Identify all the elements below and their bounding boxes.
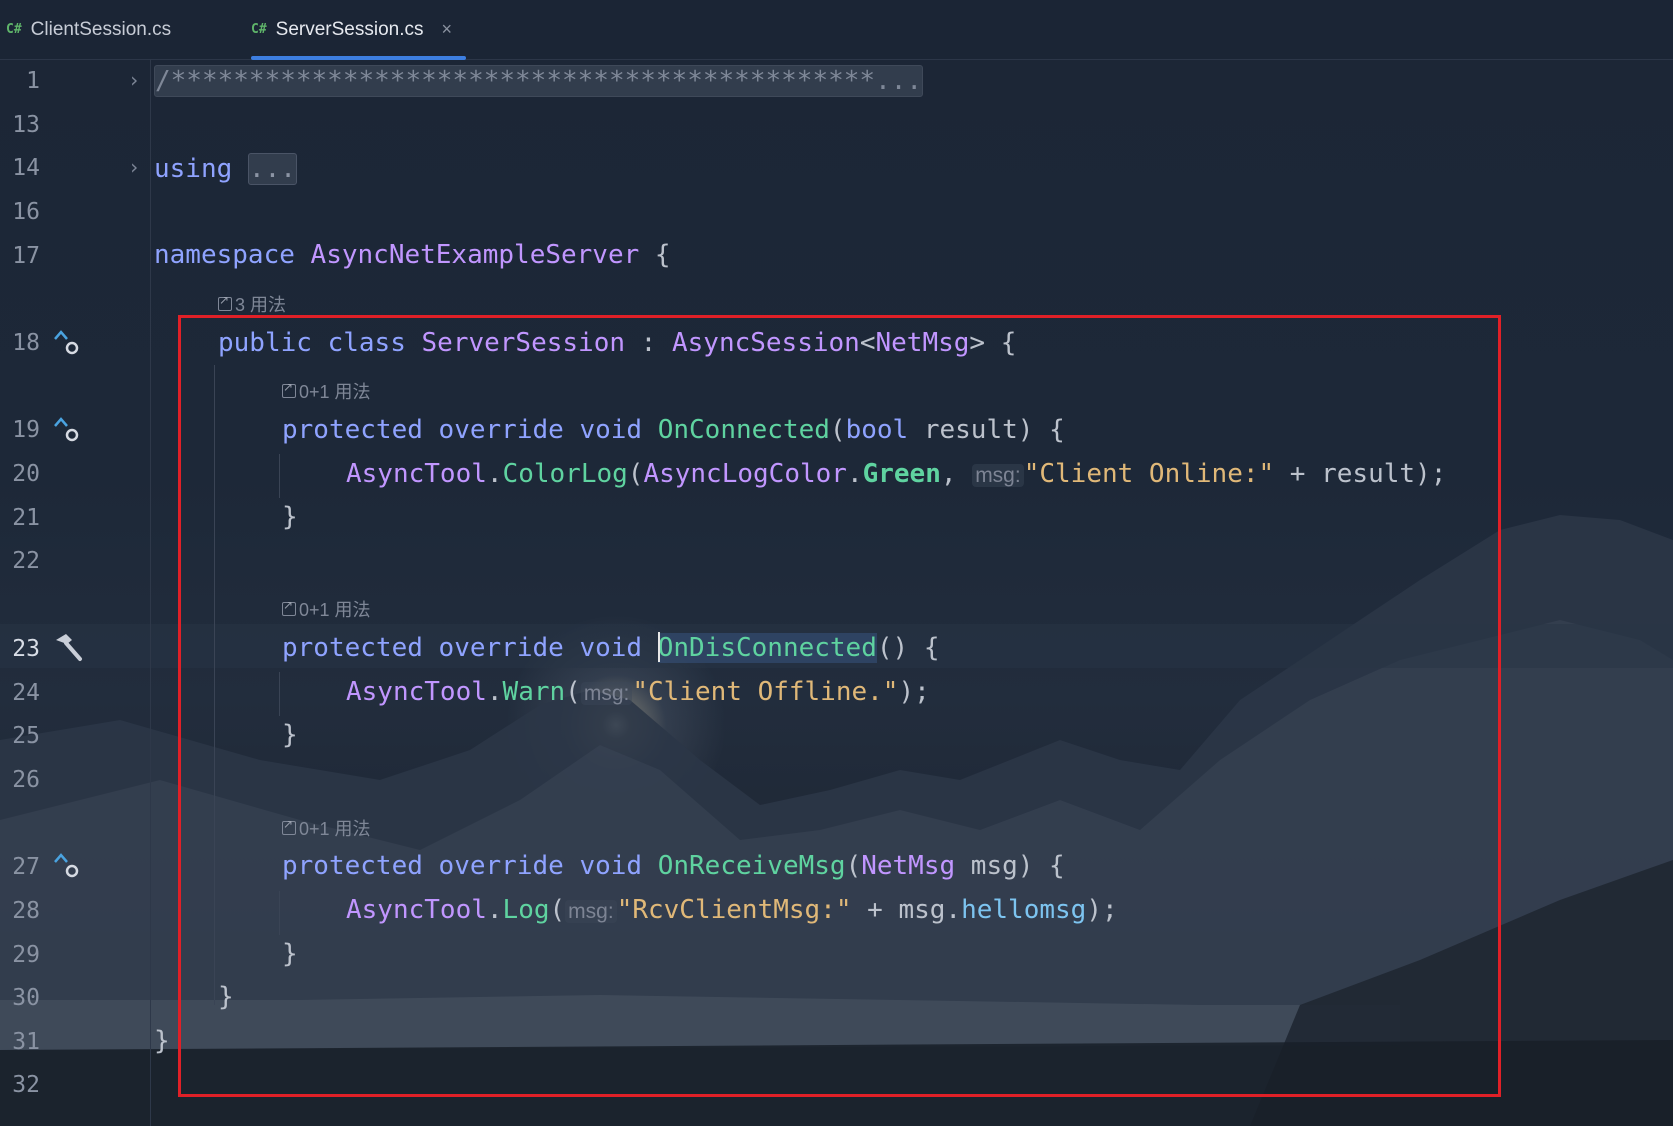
csharp-file-icon: C# xyxy=(251,22,267,37)
line-number: 18 xyxy=(12,330,40,356)
line-number: 27 xyxy=(12,854,40,880)
line-number: 23 xyxy=(12,636,40,662)
code-line-17[interactable]: namespace AsyncNetExampleServer { xyxy=(154,240,671,270)
tab-clientsession[interactable]: C# ClientSession.cs xyxy=(6,0,171,59)
implements-up-icon[interactable] xyxy=(52,414,84,444)
line-number: 31 xyxy=(12,1029,40,1055)
implements-up-icon[interactable] xyxy=(52,850,84,880)
code-line-1[interactable]: /***************************************… xyxy=(154,65,924,97)
line-number: 19 xyxy=(12,417,40,443)
fold-expand-icon[interactable]: › xyxy=(128,68,140,92)
line-number: 16 xyxy=(12,199,40,225)
line-number: 24 xyxy=(12,680,40,706)
fold-expand-icon[interactable]: › xyxy=(128,155,140,179)
tab-label: ServerSession.cs xyxy=(275,18,424,40)
line-number: 26 xyxy=(12,767,40,793)
usages-icon xyxy=(218,293,232,311)
gutter-separator xyxy=(150,59,151,1126)
line-number: 14 xyxy=(12,155,40,181)
close-tab-icon[interactable]: × xyxy=(442,19,453,40)
usage-hint-class[interactable]: 3 用法 xyxy=(218,291,286,317)
line-number: 1 xyxy=(26,68,40,94)
csharp-file-icon: C# xyxy=(6,22,22,37)
code-line-31[interactable]: } xyxy=(154,1026,170,1056)
tab-label: ClientSession.cs xyxy=(30,18,172,40)
line-number: 29 xyxy=(12,942,40,968)
line-number: 22 xyxy=(12,548,40,574)
hammer-icon[interactable] xyxy=(52,631,84,663)
folded-header-comment: /***************************************… xyxy=(154,65,924,97)
line-number: 30 xyxy=(12,985,40,1011)
line-number: 13 xyxy=(12,112,40,138)
line-number: 20 xyxy=(12,461,40,487)
line-number: 21 xyxy=(12,505,40,531)
line-number: 17 xyxy=(12,243,40,269)
line-number: 32 xyxy=(12,1072,40,1098)
editor-tab-bar: C# ClientSession.cs C# ServerSession.cs … xyxy=(0,0,1673,60)
line-number: 25 xyxy=(12,723,40,749)
annotation-highlight-box xyxy=(178,315,1501,1097)
line-number: 28 xyxy=(12,898,40,924)
implements-up-icon[interactable] xyxy=(52,327,84,357)
code-line-14[interactable]: using ... xyxy=(154,153,297,185)
folded-usings: ... xyxy=(247,153,297,185)
tab-serversession[interactable]: C# ServerSession.cs × xyxy=(251,0,467,60)
